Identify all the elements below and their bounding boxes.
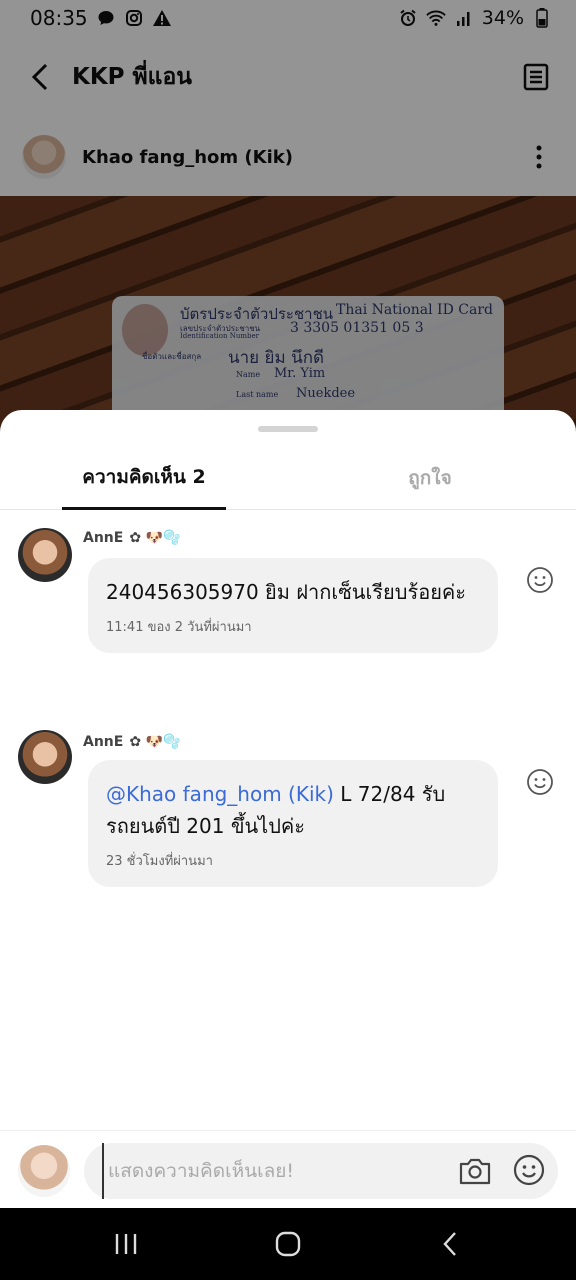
comment-text: @Khao fang_hom (Kik) L 72/84 รับรถยนต์ปี…: [106, 778, 480, 842]
comment-mention[interactable]: @Khao fang_hom (Kik): [106, 782, 334, 806]
avatar: [18, 1145, 70, 1197]
tab-comments[interactable]: ความคิดเห็น 2: [62, 446, 226, 510]
back-icon: [443, 1232, 456, 1256]
sheet-tabs: ความคิดเห็น 2 ถูกใจ: [0, 446, 576, 510]
comment-author-badges: ✿ 🐶🫧: [129, 734, 181, 750]
react-button[interactable]: [526, 566, 554, 594]
comment-time: 23 ชั่วโมงที่ผ่านมา: [106, 854, 213, 869]
smiley-icon: [527, 567, 553, 593]
comment-time: 11:41 ของ 2 วันที่ผ่านมา: [106, 620, 252, 635]
react-button[interactable]: [526, 768, 554, 796]
comment-text: 240456305970 ยิม ฝากเซ็นเรียบร้อยค่ะ: [106, 576, 480, 608]
camera-icon: [459, 1158, 491, 1185]
comment-input[interactable]: [102, 1143, 442, 1199]
avatar[interactable]: [18, 528, 72, 582]
comments-sheet: ความคิดเห็น 2 ถูกใจ AnnE ✿ 🐶🫧 2404563059…: [0, 410, 576, 1208]
avatar[interactable]: [18, 730, 72, 784]
emoji-button[interactable]: [512, 1153, 546, 1187]
comment-body: 240456305970 ยิม ฝากเซ็นเรียบร้อยค่ะ: [106, 580, 467, 604]
comment-bubble[interactable]: 240456305970 ยิม ฝากเซ็นเรียบร้อยค่ะ 11:…: [88, 558, 498, 653]
comment-author-badges: ✿ 🐶🫧: [129, 530, 181, 546]
home-button[interactable]: [268, 1226, 308, 1262]
comment-author-name[interactable]: AnnE: [83, 530, 123, 546]
comment-author-row: AnnE ✿ 🐶🫧: [83, 734, 180, 750]
recents-icon: [115, 1234, 137, 1254]
comment-input-box: [84, 1143, 558, 1199]
sheet-drag-handle[interactable]: [258, 426, 318, 432]
comment-author-name[interactable]: AnnE: [83, 734, 123, 750]
camera-button[interactable]: [458, 1155, 492, 1187]
system-nav-bar: [0, 1208, 576, 1280]
emoji-icon: [513, 1154, 545, 1186]
comment-input-bar: [0, 1130, 576, 1208]
smiley-icon: [527, 769, 553, 795]
comment-bubble[interactable]: @Khao fang_hom (Kik) L 72/84 รับรถยนต์ปี…: [88, 760, 498, 887]
comment-author-row: AnnE ✿ 🐶🫧: [83, 530, 180, 546]
home-icon: [275, 1231, 301, 1257]
tab-likes[interactable]: ถูกใจ: [360, 446, 500, 510]
back-nav-button[interactable]: [430, 1226, 470, 1262]
recents-button[interactable]: [106, 1226, 146, 1262]
